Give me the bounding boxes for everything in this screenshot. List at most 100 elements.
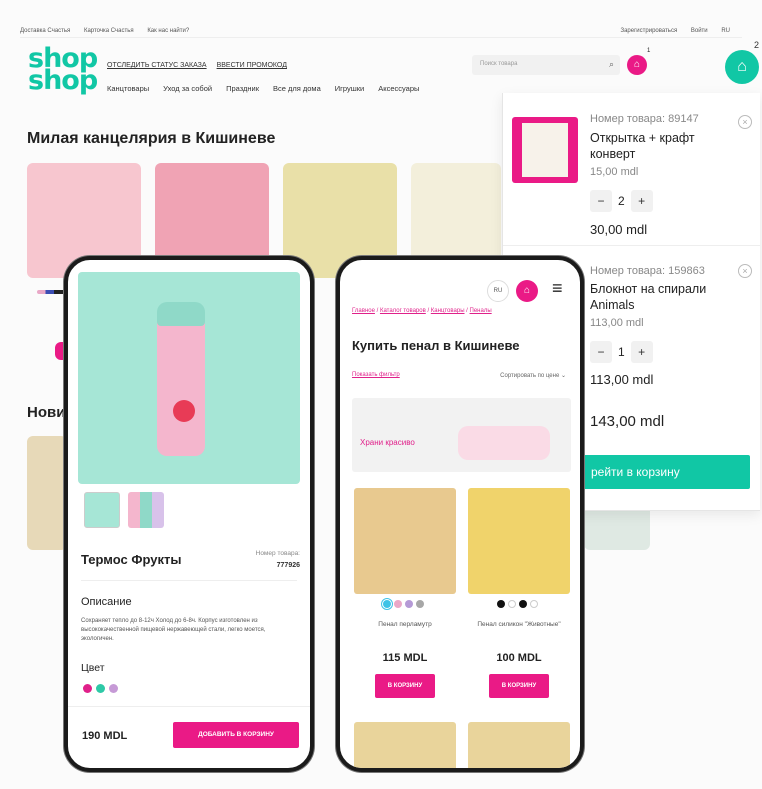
hamburger-menu-icon[interactable]: ≡ xyxy=(552,278,563,299)
product-name[interactable]: Пенал перламутр xyxy=(354,620,456,629)
nav-item-toys[interactable]: Игрушки xyxy=(335,84,364,93)
product-price: 190 MDL xyxy=(82,730,128,742)
description-heading: Описание xyxy=(81,596,132,608)
top-bar: Доставка Счастья Карточка Счастья Как на… xyxy=(20,24,742,38)
quantity-stepper: − 2 + xyxy=(590,190,653,212)
show-filter-link[interactable]: Показать фильтр xyxy=(352,372,400,378)
nav-item-accessories[interactable]: Аксессуары xyxy=(378,84,419,93)
color-option[interactable] xyxy=(405,600,413,608)
product-name[interactable]: Пенал силикон "Животные" xyxy=(468,620,570,629)
color-swatches xyxy=(37,290,65,294)
header-cart-count: 1 xyxy=(647,48,651,54)
search-input[interactable]: Поиск товара ⌕ xyxy=(472,55,620,75)
color-option-pink[interactable] xyxy=(83,684,92,693)
promo-banner[interactable]: Храни красиво xyxy=(352,398,571,472)
phone-category-page: RU ⌂ ≡ Главное / Каталог товаров / Канцт… xyxy=(336,256,584,772)
search-placeholder: Поиск товара xyxy=(480,61,518,67)
page-title: Купить пенал в Кишиневе xyxy=(352,338,520,353)
cart-fab-icon[interactable]: ⌂ xyxy=(725,50,759,84)
color-options xyxy=(381,598,424,610)
thumbnail[interactable] xyxy=(84,492,120,528)
quantity-value[interactable]: 1 xyxy=(618,345,625,359)
product-price: 115 MDL xyxy=(382,652,428,664)
cart-item-name[interactable]: Открытка + крафт конверт xyxy=(590,130,720,162)
main-nav: Канцтовары Уход за собой Праздник Все дл… xyxy=(107,84,419,93)
top-link-delivery[interactable]: Доставка Счастья xyxy=(20,28,70,34)
add-to-cart-button[interactable]: ДОБАВИТЬ В КОРЗИНУ xyxy=(173,722,299,748)
header-links: ОТСЛЕДИТЬ СТАТУС ЗАКАЗА ВВЕСТИ ПРОМОКОД xyxy=(107,62,287,69)
product-number: 777926 xyxy=(276,562,300,569)
remove-item-icon[interactable]: × xyxy=(738,264,752,278)
breadcrumb-item[interactable]: Каталог товаров xyxy=(380,308,426,314)
color-option-teal[interactable] xyxy=(96,684,105,693)
quantity-stepper: − 1 + xyxy=(590,341,653,363)
product-title: Термос Фрукты xyxy=(81,552,182,567)
breadcrumb: Главное / Каталог товаров / Канцтовары /… xyxy=(352,308,492,314)
cart-count-badge: 2 xyxy=(754,40,760,50)
decrement-button[interactable]: − xyxy=(590,341,612,363)
add-to-cart-button[interactable]: В КОРЗИНУ xyxy=(375,674,435,698)
sort-label: Сортировать по цене xyxy=(500,373,560,379)
color-option-lilac[interactable] xyxy=(109,684,118,693)
color-option[interactable] xyxy=(381,598,393,610)
go-to-cart-button[interactable]: рейти в корзину xyxy=(583,455,750,489)
color-option[interactable] xyxy=(530,600,538,608)
product-image[interactable] xyxy=(27,436,67,550)
breadcrumb-item[interactable]: Главное xyxy=(352,308,375,314)
increment-button[interactable]: + xyxy=(630,341,653,363)
cart-item-name[interactable]: Блокнот на спирали Animals xyxy=(590,281,720,313)
color-option[interactable] xyxy=(416,600,424,608)
description-text: Сохраняет тепло до 8-12ч Холод до 6-8ч. … xyxy=(81,618,266,642)
quantity-value[interactable]: 2 xyxy=(618,194,625,208)
remove-item-icon[interactable]: × xyxy=(738,115,752,129)
thermos-cap-illustration xyxy=(157,302,205,326)
cart-sum: 143,00 mdl xyxy=(590,413,665,430)
nav-item-self-care[interactable]: Уход за собой xyxy=(163,84,212,93)
color-option[interactable] xyxy=(508,600,516,608)
pencil-case-illustration xyxy=(458,426,550,460)
cart-item-total: 30,00 mdl xyxy=(590,222,648,237)
thermos-illustration xyxy=(157,306,205,456)
decrement-button[interactable]: − xyxy=(590,190,612,212)
product-image[interactable] xyxy=(354,488,456,594)
breadcrumb-item[interactable]: Пеналы xyxy=(470,308,492,314)
banner-text: Храни красиво xyxy=(360,438,415,447)
sort-select[interactable]: Сортировать по цене ⌄ xyxy=(500,372,566,379)
cart-item-price: 15,00 mdl xyxy=(590,166,639,178)
color-option[interactable] xyxy=(497,600,505,608)
phone-product-page: Термос Фрукты Номер товара: 777926 Описа… xyxy=(64,256,314,772)
logo[interactable]: shop shop xyxy=(28,45,98,94)
top-link-find-us[interactable]: Как нас найти? xyxy=(147,28,189,34)
cart-item-image[interactable] xyxy=(512,117,578,183)
register-link[interactable]: Зарегистрироваться xyxy=(620,28,677,34)
promo-code-link[interactable]: ВВЕСТИ ПРОМОКОД xyxy=(217,62,287,69)
color-option[interactable] xyxy=(519,600,527,608)
color-options xyxy=(83,684,118,693)
search-icon[interactable]: ⌕ xyxy=(609,59,614,70)
divider xyxy=(81,580,297,581)
add-to-cart-button[interactable]: В КОРЗИНУ xyxy=(489,674,549,698)
nav-item-stationery[interactable]: Канцтовары xyxy=(107,84,149,93)
product-price: 100 MDL xyxy=(496,652,542,664)
product-image[interactable] xyxy=(468,722,570,768)
login-link[interactable]: Войти xyxy=(691,28,708,34)
product-image[interactable] xyxy=(468,488,570,594)
nav-item-holiday[interactable]: Праздник xyxy=(226,84,259,93)
color-option[interactable] xyxy=(394,600,402,608)
section-title: Милая канцелярия в Кишиневе xyxy=(27,130,276,147)
language-select[interactable]: RU xyxy=(721,28,730,34)
product-number-label: Номер товара: xyxy=(255,550,300,557)
top-link-card[interactable]: Карточка Счастья xyxy=(84,28,134,34)
chevron-down-icon: ⌄ xyxy=(560,373,566,379)
section-title-new: Нови xyxy=(27,404,66,421)
track-order-link[interactable]: ОТСЛЕДИТЬ СТАТУС ЗАКАЗА xyxy=(107,62,207,69)
increment-button[interactable]: + xyxy=(630,190,653,212)
header-cart-icon[interactable]: ⌂ xyxy=(627,55,647,75)
cart-item: Номер товара: 159863 Блокнот на спирали … xyxy=(503,245,760,387)
nav-item-home[interactable]: Все для дома xyxy=(273,84,321,93)
cart-icon[interactable]: ⌂ xyxy=(516,280,538,302)
language-switch[interactable]: RU xyxy=(487,280,509,302)
thumbnail[interactable] xyxy=(128,492,164,528)
product-image[interactable] xyxy=(354,722,456,768)
breadcrumb-item[interactable]: Канцтовары xyxy=(431,308,465,314)
